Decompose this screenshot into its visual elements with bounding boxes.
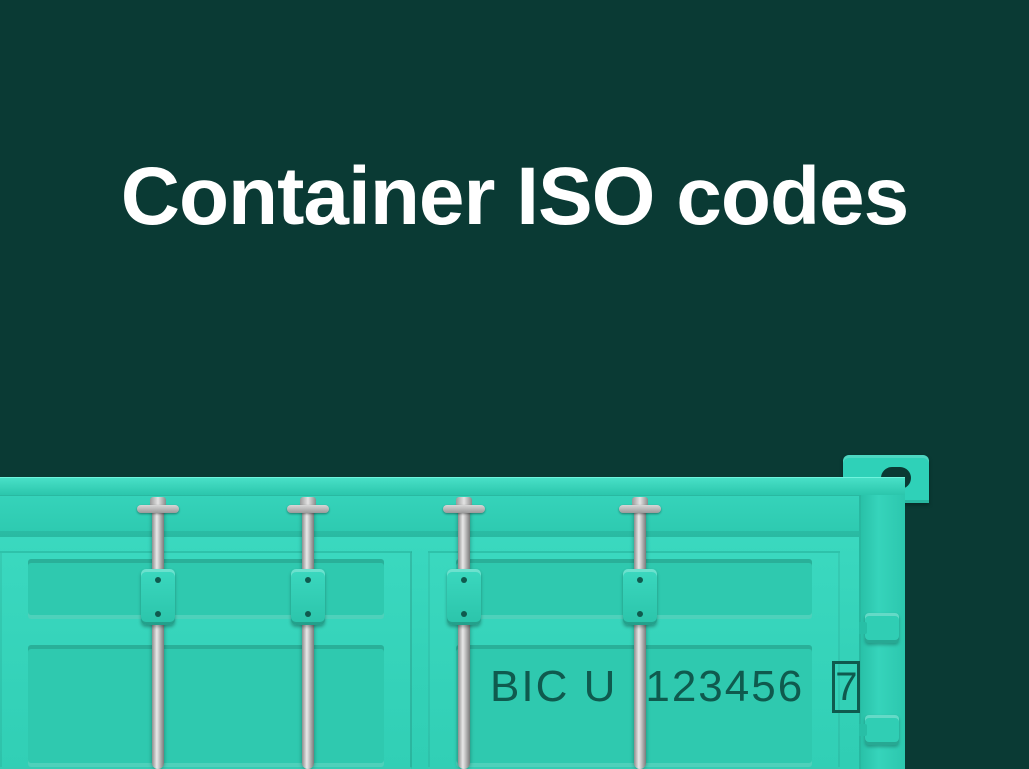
door-panel-recess xyxy=(28,559,384,619)
container-top-rail xyxy=(0,477,905,495)
container-right-post xyxy=(859,495,905,769)
shipping-container: BIC U 123456 7 xyxy=(0,477,905,769)
locking-bar xyxy=(634,503,646,769)
check-digit-box: 7 xyxy=(832,661,860,713)
door-panel-recess xyxy=(28,645,384,767)
bar-keeper xyxy=(447,569,481,625)
locking-bar xyxy=(152,503,164,769)
locking-bar xyxy=(458,503,470,769)
locking-bar xyxy=(302,503,314,769)
page-title: Container ISO codes xyxy=(0,150,1029,244)
container-code: BIC U 123456 7 xyxy=(490,661,845,713)
bar-keeper xyxy=(623,569,657,625)
door-hinge xyxy=(865,715,899,745)
container-door-left xyxy=(0,551,412,769)
bar-keeper xyxy=(291,569,325,625)
bar-cam-handle xyxy=(619,507,661,529)
serial-number: 123456 xyxy=(645,662,804,712)
bar-cam-handle xyxy=(443,507,485,529)
bar-keeper xyxy=(141,569,175,625)
bar-cam-handle xyxy=(287,507,329,529)
container-body xyxy=(0,537,859,769)
door-hinge xyxy=(865,613,899,643)
bar-cam-handle xyxy=(137,507,179,529)
owner-code: BIC U xyxy=(490,662,617,712)
